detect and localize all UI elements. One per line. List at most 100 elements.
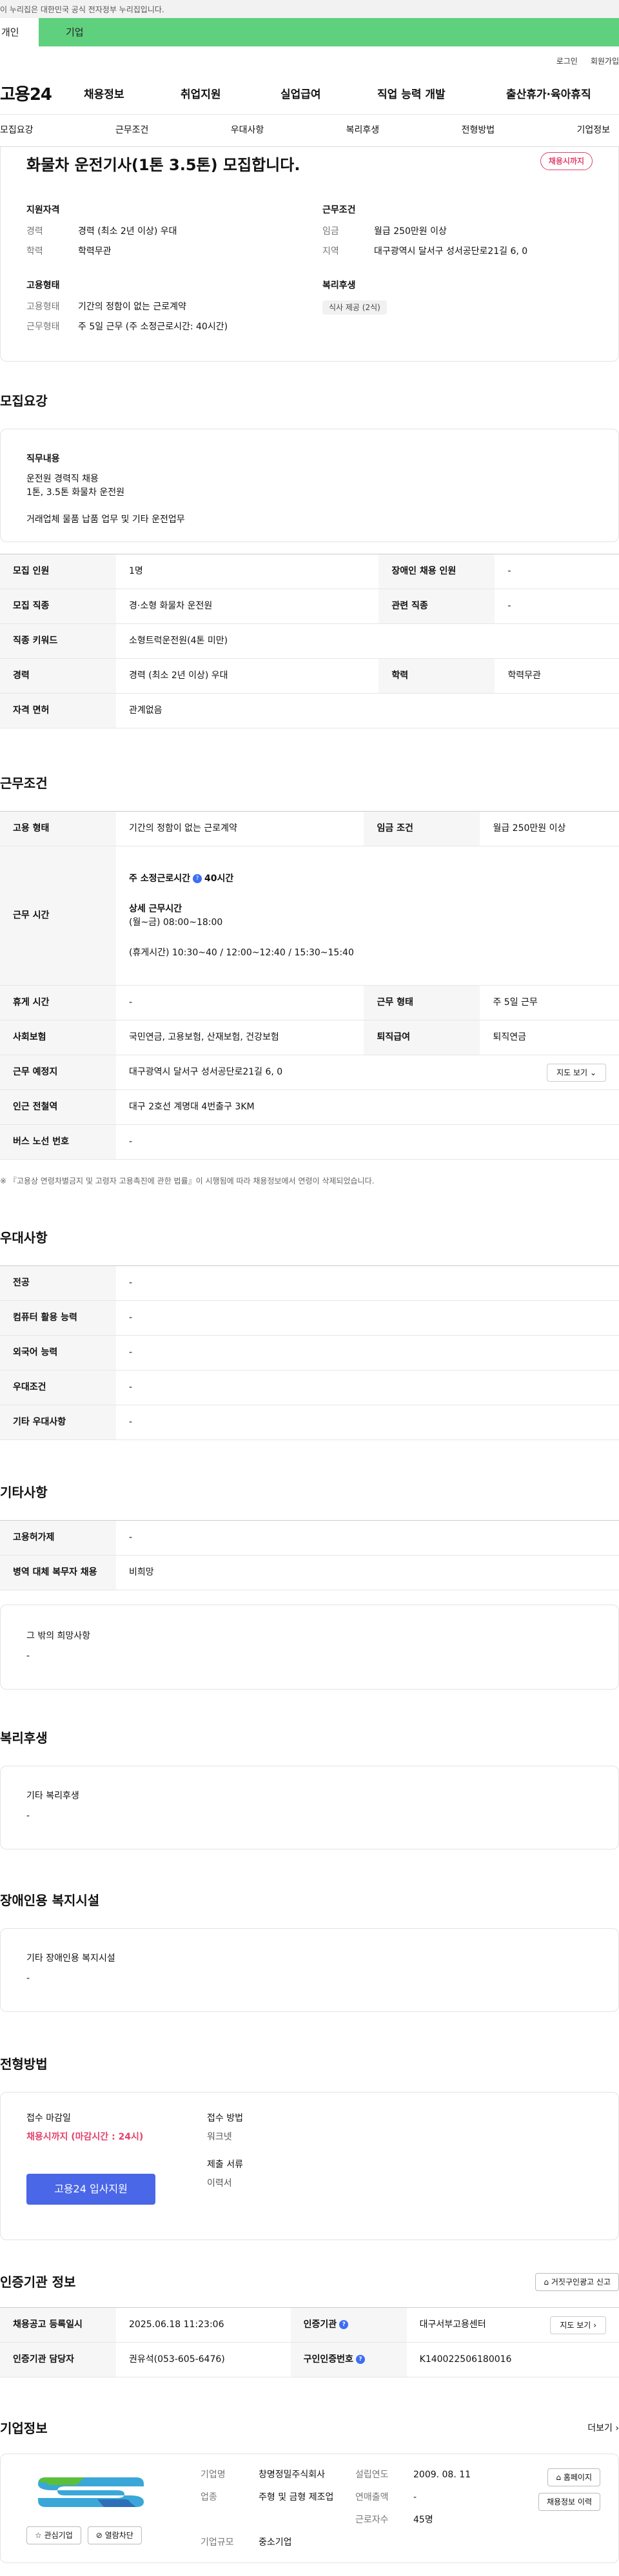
subnav-company[interactable]: 기업정보 <box>576 124 610 137</box>
cell-label: 병역 대체 복무자 채용 <box>0 1555 116 1590</box>
report-button[interactable]: ⌂ 거짓구인광고 신고 <box>535 2273 619 2291</box>
homepage-button[interactable]: ⌂ 홈페이지 <box>547 2468 600 2486</box>
user-type-tabs: 개인 기업 <box>0 18 619 46</box>
welfare-box-value: - <box>26 1811 30 1821</box>
cell-label: 인증기관? <box>290 2307 407 2343</box>
util-links: 로그인 회원가입 <box>0 46 619 76</box>
tab-personal[interactable]: 개인 <box>0 18 39 46</box>
chevron-down-icon: ⌄ <box>589 1068 596 1077</box>
welfare-block: 복리후생 식사 제공 (2식) <box>322 279 593 340</box>
cell-value: 소형트럭운전원(4톤 미만) <box>116 623 619 659</box>
recruit-table: 모집 인원 1명 장애인 채용 인원 - 모집 직종 경·소형 화물차 운전원 관련 직종… <box>0 554 619 728</box>
favorite-label: 관심기업 <box>44 2531 73 2540</box>
gnb-unemployment-benefit[interactable]: 실업급여 <box>280 87 377 104</box>
method-label: 접수 방법 <box>207 2113 243 2123</box>
company-logo <box>26 2468 155 2513</box>
subnav-welfare[interactable]: 복리후생 <box>346 124 380 137</box>
cell-value: - <box>116 1265 619 1301</box>
subnav-work[interactable]: 근무조건 <box>115 124 149 137</box>
cell-value: 국민연금, 고용보험, 산재보험, 건강보험 <box>116 1020 364 1055</box>
size-label: 기업규모 <box>201 2537 234 2548</box>
block-view-button[interactable]: ⊘ 열람차단 <box>87 2526 142 2544</box>
help-icon[interactable]: ? <box>339 2320 349 2329</box>
signup-link[interactable]: 회원가입 <box>591 55 619 67</box>
gnb-skill-development[interactable]: 직업 능력 개발 <box>377 87 506 104</box>
favorite-company-button[interactable]: ☆ 관심기업 <box>26 2526 81 2544</box>
gnb-parental-leave[interactable]: 출산휴가·육아휴직 <box>506 87 613 104</box>
table-row: 휴게 시간 - 근무 형태 주 5일 근무 <box>0 985 619 1020</box>
cell-label: 장애인 채용 인원 <box>378 554 495 589</box>
cell-label: 컴퓨터 활용 능력 <box>0 1300 116 1336</box>
cell-label: 구인인증번호? <box>290 2342 407 2377</box>
subnav-pref[interactable]: 우대사항 <box>231 124 264 137</box>
cell-label: 관련 직종 <box>378 589 495 624</box>
cell-value: - <box>116 1520 619 1556</box>
subnav-recruit[interactable]: 모집요강 <box>0 124 34 137</box>
work-time-detail-title: 상세 근무시간 <box>129 903 182 914</box>
cell-label: 모집 직종 <box>0 589 116 624</box>
cell-label: 고용허가제 <box>0 1520 116 1556</box>
sales-label: 연매출액 <box>355 2492 389 2503</box>
help-icon[interactable]: ? <box>193 873 202 883</box>
cell-value: 경력 (최소 2년 이상) 우대 <box>116 658 379 694</box>
table-row: 버스 노선 번호 - <box>0 1124 619 1160</box>
recruit-section-title: 모집요강 <box>0 393 48 409</box>
cell-value: 기간의 정함이 없는 근로계약 <box>116 811 364 846</box>
table-row: 모집 직종 경·소형 화물차 운전원 관련 직종 - <box>0 589 619 624</box>
cell-value: 권유석(053-605-6476) <box>116 2342 291 2377</box>
wish-box: 그 밖의 희망사항 - <box>0 1605 619 1690</box>
help-icon[interactable]: ? <box>355 2355 365 2364</box>
duty-line: 1톤, 3.5톤 화물차 운전원 <box>26 487 125 498</box>
cell-value: 학력무관 <box>495 658 619 694</box>
cert-map-button[interactable]: 지도 보기 › <box>550 2316 606 2334</box>
method-value: 워크넷 <box>207 2132 232 2142</box>
gnb-job-info[interactable]: 채용정보 <box>84 87 181 104</box>
cell-label: 외국어 능력 <box>0 1335 116 1371</box>
gnb-employment-support[interactable]: 취업지원 <box>181 87 280 104</box>
table-row: 전공 - <box>0 1265 619 1301</box>
pref-table: 전공 - 컴퓨터 활용 능력 - 외국어 능력 - 우대조건 - 기타 우대사항 - <box>0 1265 619 1440</box>
welfare-box-title: 기타 복리후생 <box>26 1791 79 1801</box>
table-row: 근무 시간 주 소정근로시간? 40시간 상세 근무시간 (월~금) 08:00~… <box>0 846 619 986</box>
sales-value: - <box>413 2492 417 2503</box>
emptype-label: 고용형태 <box>26 302 60 312</box>
company-info-grid: 기업명 창명정밀주식회사 설립연도 2009. 08. 11 업종 주형 및 금형 제… <box>201 2468 491 2550</box>
disabled-section-title: 장애인용 복지시설 <box>0 1893 100 1908</box>
size-value: 중소기업 <box>259 2537 292 2548</box>
more-link[interactable]: 더보기 › <box>587 2422 619 2435</box>
cert-org-label: 인증기관 <box>303 2319 337 2330</box>
map-button[interactable]: 지도 보기 ⌄ <box>547 1063 606 1082</box>
duty-line: 거래업체 물품 납품 업무 및 기타 운전업무 <box>26 514 185 525</box>
cell-label: 인근 전철역 <box>0 1089 116 1125</box>
pref-section-title: 우대사항 <box>0 1230 48 1245</box>
cell-value: - <box>116 985 364 1020</box>
cell-value: 2025.06.18 11:23:06 <box>116 2307 291 2343</box>
chevron-right-icon: › <box>615 2423 619 2434</box>
age-notice: ※ 『고용상 연령차별금지 및 고령자 고용촉진에 관한 법률』이 시행됨에 따… <box>0 1176 375 1186</box>
workday-value: 주 5일 근무 (주 소정근로시간: 40시간) <box>78 322 228 332</box>
recruit-history-button[interactable]: 채용정보 이력 <box>538 2493 600 2511</box>
subnav-selection[interactable]: 전형방법 <box>462 124 495 137</box>
cell-value: - <box>116 1405 619 1440</box>
cell-value: 비희망 <box>116 1555 619 1590</box>
cert-no-label: 구인인증번호 <box>303 2354 353 2365</box>
cell-label: 직종 키워드 <box>0 623 116 659</box>
work-place-value: 대구광역시 달서구 성서공단로21길 6, 0 <box>129 1067 283 1077</box>
wage-value: 월급 250만원 이상 <box>374 226 447 237</box>
cell-label: 근무 형태 <box>364 985 480 1020</box>
disabled-box-value: - <box>26 1973 30 1984</box>
cell-value: - <box>116 1370 619 1405</box>
tab-company[interactable]: 기업 <box>39 18 110 46</box>
site-logo[interactable]: 고용24 <box>0 83 77 108</box>
table-row: 모집 인원 1명 장애인 채용 인원 - <box>0 554 619 589</box>
work-time-cell: 주 소정근로시간? 40시간 상세 근무시간 (월~금) 08:00~18:00 … <box>116 846 619 986</box>
apply-button[interactable]: 고용24 입사지원 <box>26 2174 155 2205</box>
employment-title: 고용형태 <box>26 280 60 291</box>
industry-label: 업종 <box>201 2492 217 2503</box>
cell-value: - <box>495 589 619 624</box>
deadline-label: 접수 마감일 <box>26 2113 71 2123</box>
employees-value: 45명 <box>413 2515 433 2525</box>
login-link[interactable]: 로그인 <box>556 55 578 67</box>
home-warning-icon: ⌂ <box>544 2278 549 2287</box>
